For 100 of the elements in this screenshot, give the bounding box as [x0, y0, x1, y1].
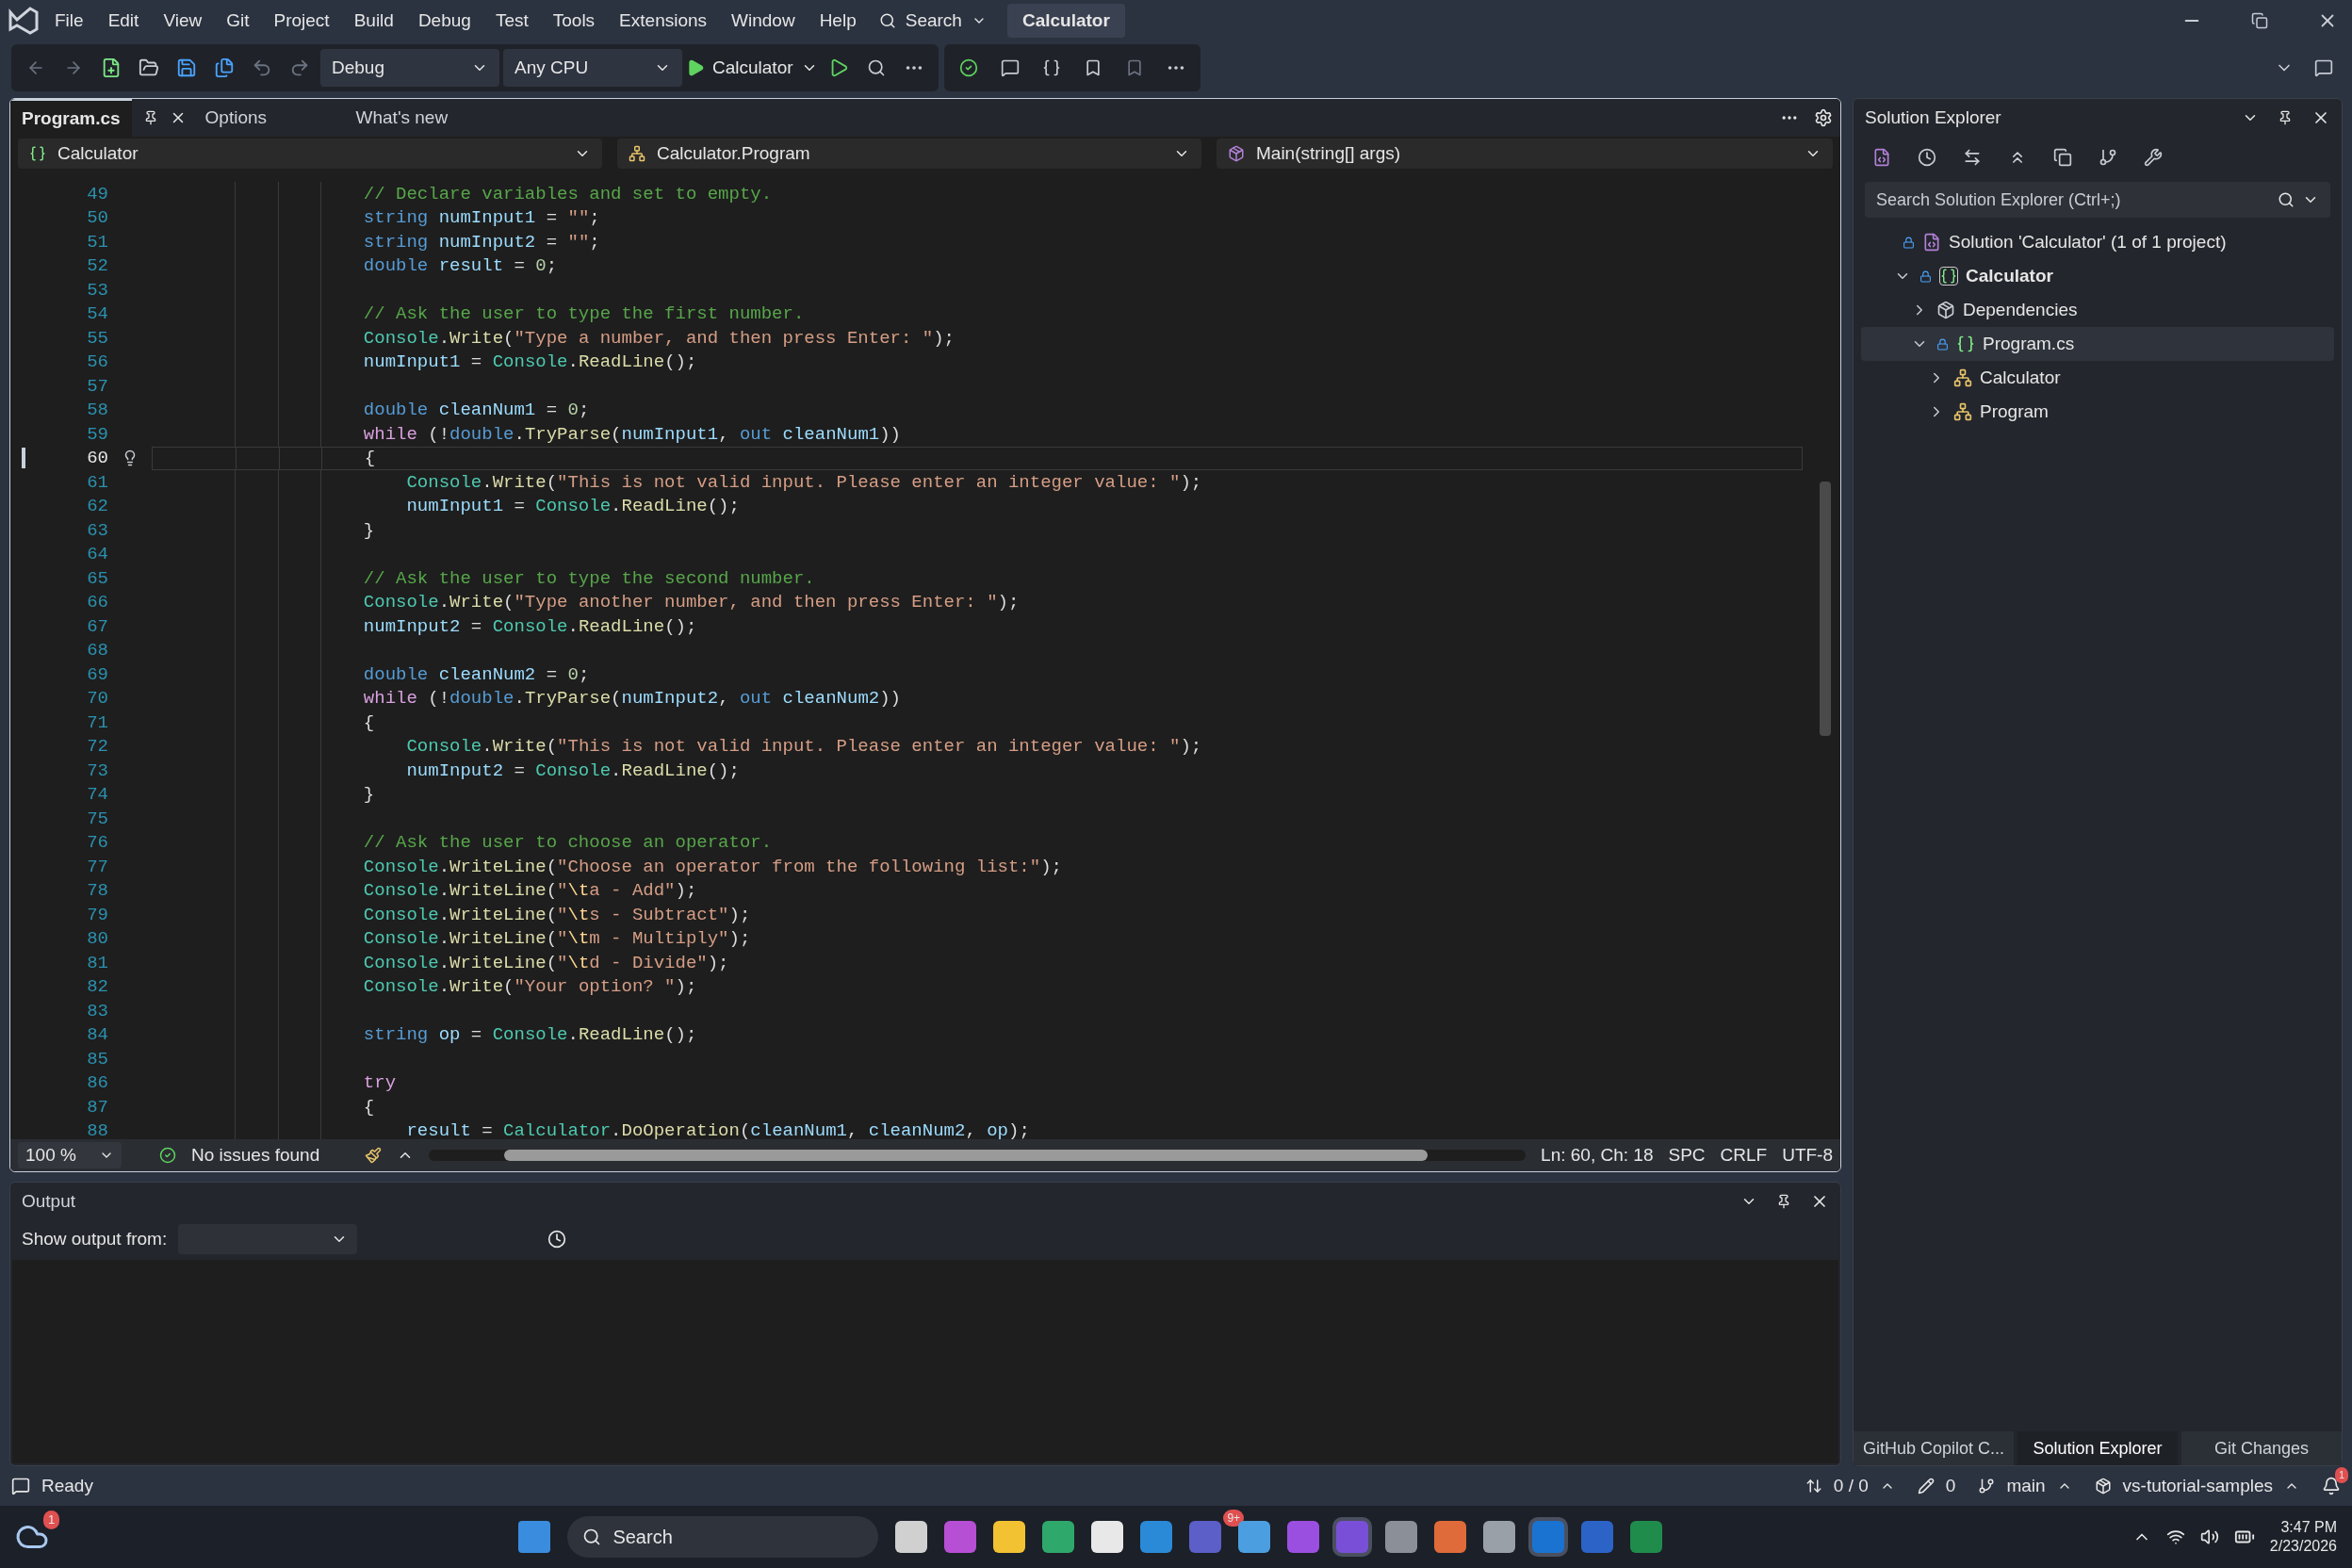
line-number: 84 — [86, 1023, 108, 1047]
line-number: 77 — [86, 855, 108, 879]
menu-item[interactable]: Tools — [543, 7, 605, 35]
app-icon[interactable] — [1042, 1521, 1075, 1553]
code-line: { — [363, 447, 376, 470]
code-line: Console.Write("Type a number, and then press Enter: "); — [362, 326, 955, 351]
line-number: 50 — [86, 206, 108, 230]
copy-icon[interactable] — [2053, 148, 2072, 167]
tree-item[interactable]: Program.cs — [1861, 327, 2334, 361]
code-line: { — [362, 710, 375, 735]
tree-item[interactable]: Dependencies — [1861, 293, 2334, 327]
taskbar-search-field[interactable]: Search — [612, 1523, 673, 1551]
source-label: Show output from: — [22, 1227, 168, 1250]
history-icon[interactable] — [1918, 148, 1936, 167]
menu-item[interactable]: Help — [809, 7, 866, 35]
branch-status[interactable]: main — [2006, 1472, 2046, 1500]
redo-icon[interactable] — [289, 57, 310, 78]
clock-date[interactable]: 2/23/2026 — [2269, 1537, 2337, 1556]
folder-icon[interactable] — [139, 57, 159, 78]
comment-icon[interactable] — [1000, 58, 1020, 77]
line-number: 63 — [86, 518, 108, 543]
line-ending-status[interactable]: CRLF — [1720, 1141, 1768, 1169]
menu-item[interactable]: Debug — [408, 7, 481, 35]
app-icon[interactable] — [1091, 1521, 1124, 1553]
pencil-icon[interactable] — [1917, 1478, 1935, 1494]
menu-item[interactable]: Edit — [98, 7, 149, 35]
menu-item[interactable]: Git — [217, 7, 259, 35]
feedback-icon[interactable] — [2314, 58, 2333, 77]
line-number: 49 — [86, 182, 108, 206]
undo-icon[interactable] — [252, 57, 272, 78]
sync-icon[interactable] — [1963, 148, 1982, 167]
notification-bell-icon[interactable] — [2322, 1477, 2341, 1495]
app-icon[interactable] — [1483, 1521, 1516, 1553]
code-line: Console.Write("This is not valid input. Please enter an integer value: "); — [405, 470, 1202, 495]
restore-icon[interactable] — [2251, 12, 2268, 29]
pin-icon[interactable] — [1776, 1194, 1791, 1209]
menu-item[interactable]: File — [45, 7, 93, 35]
tree-item[interactable]: Calculator — [1861, 259, 2334, 293]
tool-window-tab[interactable]: GitHub Copilot C... — [1854, 1431, 2014, 1465]
app-icon[interactable] — [1238, 1521, 1271, 1553]
search-icon[interactable] — [878, 12, 896, 29]
code-line: result = Calculator.DoOperation(cleanNum1, cleanNum2, op); — [405, 1119, 1030, 1139]
cursor-position[interactable]: Ln: 60, Ch: 18 — [1541, 1141, 1654, 1169]
save-all-icon[interactable] — [214, 57, 235, 78]
menu-item[interactable]: Test — [485, 7, 538, 35]
tool-window-tab[interactable]: Git Changes — [2181, 1431, 2342, 1465]
branch-icon[interactable] — [2099, 148, 2117, 167]
up-down-arrows-icon[interactable] — [1805, 1478, 1822, 1494]
issues-status[interactable]: No issues found — [191, 1141, 320, 1169]
configuration-dropdown[interactable]: Debug — [320, 49, 499, 87]
code-line: Console.Write("Your option? "); — [362, 975, 697, 999]
vertical-scrollbar[interactable] — [1820, 482, 1831, 736]
menu-item[interactable]: View — [154, 7, 212, 35]
braces-icon[interactable] — [1041, 58, 1061, 77]
notification-badge: 1 — [2335, 1467, 2349, 1483]
line-number: 85 — [86, 1047, 108, 1071]
code-line: numInput1 = Console.ReadLine(); — [362, 351, 697, 374]
save-icon[interactable] — [176, 57, 197, 78]
line-number: 76 — [86, 831, 108, 855]
line-number: 62 — [86, 495, 108, 518]
menu-item[interactable]: Project — [264, 7, 339, 35]
search-icon[interactable] — [866, 58, 886, 77]
app-icon[interactable] — [895, 1521, 928, 1553]
repository-status[interactable]: vs-tutorial-samples — [2122, 1472, 2273, 1500]
new-file-icon[interactable] — [101, 57, 122, 78]
volume-icon[interactable] — [2199, 1527, 2219, 1546]
panel-title: Solution Explorer — [1865, 106, 2002, 129]
encoding-status[interactable]: UTF-8 — [1782, 1141, 1833, 1169]
clock-time[interactable]: 3:47 PM — [2280, 1518, 2337, 1537]
tree-item[interactable]: Calculator — [1861, 361, 2334, 395]
start-button[interactable]: Calculator — [709, 49, 797, 87]
wifi-icon[interactable] — [2165, 1527, 2185, 1546]
branch-icon[interactable] — [1978, 1478, 1996, 1494]
play-icon[interactable] — [686, 58, 705, 77]
settings-icon[interactable] — [1814, 108, 1833, 127]
edits-status[interactable]: 0 — [1945, 1472, 1956, 1500]
tree-item[interactable]: Program — [1861, 395, 2334, 429]
clock-icon[interactable] — [547, 1230, 567, 1249]
wrench-icon[interactable] — [2144, 148, 2163, 167]
code-line: string numInput1 = ""; — [362, 206, 600, 230]
menu-item[interactable]: Build — [344, 7, 403, 35]
platform-dropdown[interactable]: Any CPU — [503, 49, 682, 87]
horizontal-scrollbar[interactable] — [504, 1150, 1429, 1161]
search-icon[interactable] — [582, 1527, 602, 1546]
code-line: } — [362, 518, 375, 543]
menu-item[interactable]: Window — [722, 7, 805, 35]
search-menu[interactable]: Search — [901, 7, 966, 35]
changes-status[interactable]: 0 / 0 — [1833, 1472, 1869, 1500]
editor-tab[interactable]: What's new — [344, 99, 496, 137]
editor-tab[interactable]: Program.cs — [10, 99, 132, 137]
pin-icon[interactable] — [2278, 110, 2293, 125]
search-icon[interactable] — [2278, 191, 2295, 208]
brush-icon[interactable] — [365, 1147, 383, 1164]
start-icon[interactable] — [518, 1521, 551, 1553]
app-icon[interactable] — [993, 1521, 1026, 1553]
indentation-status[interactable]: SPC — [1668, 1141, 1706, 1169]
menu-item[interactable]: Extensions — [610, 7, 717, 35]
tree-item[interactable]: Solution 'Calculator' (1 of 1 project) — [1861, 225, 2334, 259]
editor-tab[interactable]: Options — [193, 99, 345, 137]
tool-window-tab[interactable]: Solution Explorer — [2017, 1431, 2178, 1465]
